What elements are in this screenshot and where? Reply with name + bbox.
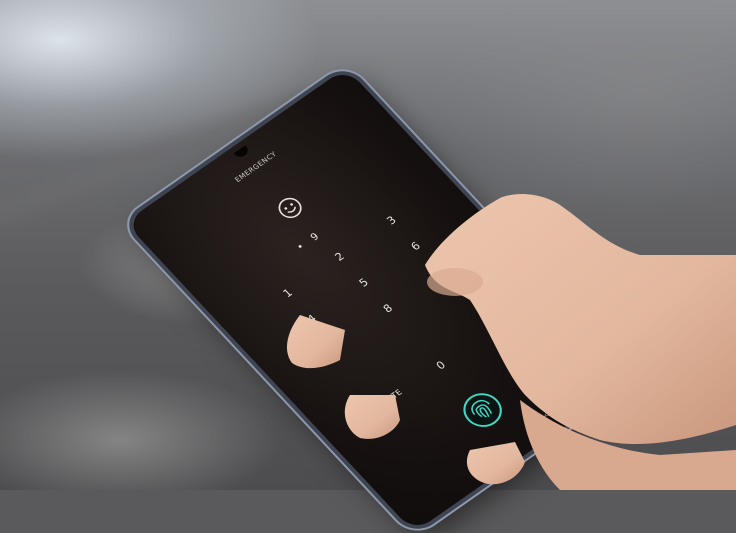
key-4[interactable]: 4	[282, 296, 343, 342]
smartphone: EMERGENCY • 9 1 2 3 4 5 6 7 8 9 DELETE 0	[0, 0, 736, 533]
key-5[interactable]: 5	[333, 260, 394, 306]
lock-screen[interactable]: EMERGENCY • 9 1 2 3 4 5 6 7 8 9 DELETE 0	[124, 67, 636, 533]
key-6[interactable]: 6	[385, 223, 446, 269]
